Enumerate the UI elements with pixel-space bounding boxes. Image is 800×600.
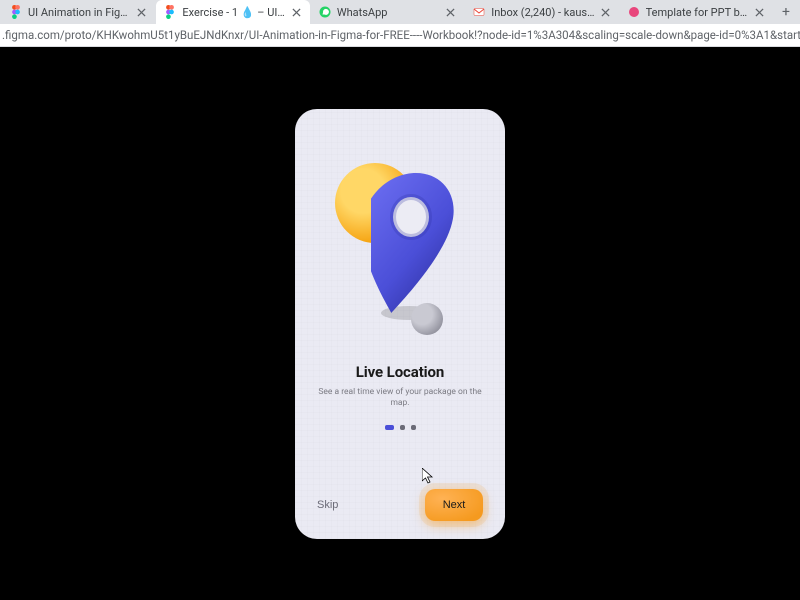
- figma-icon: [10, 6, 22, 18]
- page-indicator-dot[interactable]: [400, 425, 405, 430]
- browser-tab-0[interactable]: UI Animation in Figma for F…: [2, 0, 155, 24]
- page-indicator-dot[interactable]: [411, 425, 416, 430]
- map-pin-icon: [371, 173, 461, 323]
- browser-tab-2[interactable]: WhatsApp: [311, 0, 464, 24]
- new-tab-button[interactable]: +: [774, 0, 798, 24]
- close-icon[interactable]: [755, 7, 765, 17]
- onboarding-subheading: See a real time view of your package on …: [315, 387, 485, 410]
- skip-button[interactable]: Skip: [317, 499, 338, 511]
- onboarding-footer: Skip Next: [295, 489, 505, 521]
- grey-sphere-icon: [411, 303, 443, 335]
- close-icon[interactable]: [292, 7, 302, 17]
- figma-proto-canvas[interactable]: Live Location See a real time view of yo…: [0, 47, 800, 600]
- close-icon[interactable]: [446, 7, 456, 17]
- generic-icon: [628, 6, 640, 18]
- tab-label: Template for PPT by Kaustu…: [646, 6, 749, 19]
- close-icon[interactable]: [137, 7, 147, 17]
- hero-illustration: [295, 133, 505, 343]
- tab-label: Exercise - 1 💧 – UI Anim…: [182, 6, 285, 19]
- whatsapp-icon: [319, 6, 331, 18]
- browser-tab-4[interactable]: Template for PPT by Kaustu…: [620, 0, 773, 24]
- next-button[interactable]: Next: [425, 489, 483, 521]
- figma-icon: [164, 6, 176, 18]
- gmail-icon: [473, 6, 485, 18]
- address-bar[interactable]: .figma.com/proto/KHKwohmU5t1yBuEJNdKnxr/…: [0, 28, 800, 42]
- close-icon[interactable]: [601, 7, 611, 17]
- onboarding-heading: Live Location: [315, 363, 485, 381]
- onboarding-copy: Live Location See a real time view of yo…: [295, 363, 505, 410]
- page-indicator: [295, 425, 505, 430]
- tab-label: Inbox (2,240) - kaustubh.a…: [491, 6, 594, 19]
- browser-tab-3[interactable]: Inbox (2,240) - kaustubh.a…: [465, 0, 618, 24]
- onboarding-screen: Live Location See a real time view of yo…: [295, 109, 505, 539]
- address-bar-wrap: .figma.com/proto/KHKwohmU5t1yBuEJNdKnxr/…: [0, 24, 800, 47]
- browser-tabstrip: UI Animation in Figma for F… Exercise - …: [0, 0, 800, 24]
- mouse-cursor-icon: [422, 468, 434, 484]
- browser-tab-1[interactable]: Exercise - 1 💧 – UI Anim…: [156, 0, 309, 24]
- tab-label: UI Animation in Figma for F…: [28, 6, 131, 19]
- tab-label: WhatsApp: [337, 6, 440, 19]
- page-indicator-dot[interactable]: [385, 425, 394, 430]
